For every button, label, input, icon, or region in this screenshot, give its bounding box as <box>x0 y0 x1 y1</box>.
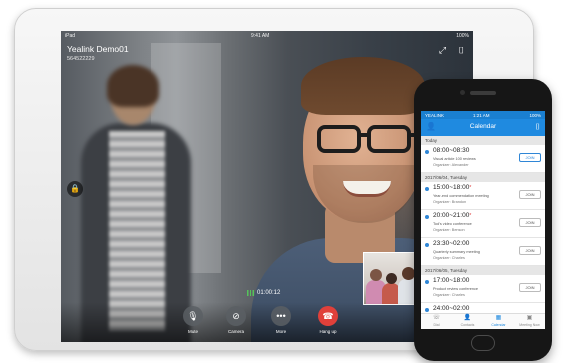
fullscreen-icon[interactable]: ⤢ <box>437 45 448 56</box>
lock-icon[interactable]: 🔒 <box>67 181 83 197</box>
more-icon: ••• <box>271 306 291 326</box>
event-time: 17:00~18:00 <box>433 277 470 284</box>
tab-label: Calendar <box>491 323 506 327</box>
hang-up-label: Hang up <box>319 329 337 334</box>
event-topic: Tod's video conference <box>433 222 472 226</box>
hangup-icon: ☎ <box>318 306 338 326</box>
tab-contacts[interactable]: 👤 Contacts <box>452 314 483 329</box>
event-time: 15:00~18:00* <box>433 184 472 191</box>
join-button[interactable]: JOIN <box>519 283 541 292</box>
join-button[interactable]: JOIN <box>519 153 541 162</box>
camera-switch-icon[interactable]: ⌷ <box>456 45 467 56</box>
call-timer: 01:00:12 <box>247 290 280 296</box>
tab-label: Dial <box>433 323 440 327</box>
event-time: 08:00~08:30 <box>433 147 470 154</box>
day-header: 2017/06/04, Tuesday <box>421 173 545 182</box>
calendar-title: Calendar <box>469 123 497 130</box>
mute-label: Mute <box>187 329 198 334</box>
carrier-name: YEALINK <box>425 112 445 118</box>
home-button[interactable] <box>471 335 495 351</box>
calendar-header: 👤 Calendar ⌷ <box>421 119 545 136</box>
event-dot <box>425 308 429 312</box>
join-button[interactable]: JOIN <box>519 246 541 255</box>
caller-name: Yealink Demo01 <box>67 44 129 54</box>
call-duration: 01:00:12 <box>257 290 281 296</box>
event-dot <box>425 150 429 154</box>
list-item[interactable]: 08:00~08:30 Visual article 100 reviews O… <box>421 145 545 173</box>
event-organizer: Organizer: Benson <box>433 228 465 232</box>
event-dot <box>425 280 429 284</box>
tab-label: Contacts <box>460 323 475 327</box>
status-time: 9:41 AM <box>251 33 270 39</box>
event-dot <box>425 215 429 219</box>
calendar-icon: ▦ <box>495 315 502 321</box>
phone-status-time: 1:21 AM <box>473 112 490 118</box>
product-showcase: iPad 9:41 AM 100% Yealink Demo01 5645222… <box>0 0 563 363</box>
event-topic: Visual article 100 reviews <box>433 157 476 161</box>
event-time: 20:00~21:00* <box>433 212 472 219</box>
event-dot <box>425 187 429 191</box>
phone-tab-bar: ☏ Dial 👤 Contacts ▦ Calendar ▣ Meeting N… <box>421 313 545 329</box>
event-organizer: Organizer: Brandon <box>433 200 467 204</box>
event-topic: Product review conference <box>433 287 478 291</box>
phone-status-bar: YEALINK 1:21 AM 100% <box>421 111 545 119</box>
video-call-screen: iPad 9:41 AM 100% Yealink Demo01 5645222… <box>61 31 473 342</box>
tab-meeting-now[interactable]: ▣ Meeting Now <box>514 314 545 329</box>
list-item[interactable]: 20:00~21:00* Tod's video conference Orga… <box>421 210 545 238</box>
self-view-pip[interactable] <box>363 252 418 305</box>
dial-icon: ☏ <box>432 315 441 321</box>
list-item[interactable]: 23:30~02:00 Quarterly summary meeting Or… <box>421 238 545 266</box>
more-label: More <box>275 329 287 334</box>
join-button[interactable]: JOIN <box>519 190 541 199</box>
meeting-now-icon: ▣ <box>526 315 533 321</box>
day-header: Today <box>421 136 545 145</box>
event-topic: Quarterly summary meeting <box>433 250 480 254</box>
device-name: iPad <box>65 33 76 39</box>
hang-up-button[interactable]: ☎ Hang up <box>313 306 343 334</box>
video-top-icons: ⤢ ⌷ <box>437 45 467 56</box>
microphone-icon: 🎙 <box>183 306 203 326</box>
caller-number: 564522229 <box>67 56 95 62</box>
join-button[interactable]: JOIN <box>519 218 541 227</box>
mute-button[interactable]: 🎙 Mute <box>178 306 208 334</box>
battery-level: 100% <box>456 33 469 39</box>
event-organizer: Organizer: Charles <box>433 293 465 297</box>
tab-calendar[interactable]: ▦ Calendar <box>483 314 514 329</box>
front-camera <box>460 90 465 95</box>
event-dot <box>425 243 429 247</box>
event-time: 23:30~02:00 <box>433 240 470 247</box>
camera-icon[interactable]: ⌷ <box>535 122 540 132</box>
tablet-status-bar: iPad 9:41 AM 100% <box>61 31 473 41</box>
background-person <box>81 61 191 342</box>
signal-strength-icon <box>247 290 254 296</box>
calendar-list: Today 08:00~08:30 Visual article 100 rev… <box>421 136 545 329</box>
event-time: 24:00~02:00 <box>433 305 470 312</box>
phone-device: YEALINK 1:21 AM 100% 👤 Calendar ⌷ Today … <box>414 79 552 361</box>
camera-label: Camera <box>227 329 244 334</box>
event-topic: Year-end commendation meeting <box>433 194 489 198</box>
call-controls-bar: 🎙 Mute ⊘ Camera ••• More ☎ Hang up <box>61 302 473 342</box>
more-button[interactable]: ••• More <box>266 306 296 334</box>
day-header: 2017/06/05, Tuesday <box>421 266 545 275</box>
camera-off-icon: ⊘ <box>226 306 246 326</box>
earpiece-speaker <box>470 91 496 95</box>
tab-dial[interactable]: ☏ Dial <box>421 314 452 329</box>
event-organizer: Organizer: Charles <box>433 256 465 260</box>
phone-battery: 100% <box>529 112 541 118</box>
tab-label: Meeting Now <box>519 323 540 327</box>
list-item[interactable]: 15:00~18:00* Year-end commendation meeti… <box>421 182 545 210</box>
event-organizer: Organizer: Alexander <box>433 163 469 167</box>
list-item[interactable]: 17:00~18:00 Product review conference Or… <box>421 275 545 303</box>
calendar-screen: YEALINK 1:21 AM 100% 👤 Calendar ⌷ Today … <box>421 111 545 329</box>
contacts-icon: 👤 <box>463 315 472 321</box>
camera-button[interactable]: ⊘ Camera <box>221 306 251 334</box>
